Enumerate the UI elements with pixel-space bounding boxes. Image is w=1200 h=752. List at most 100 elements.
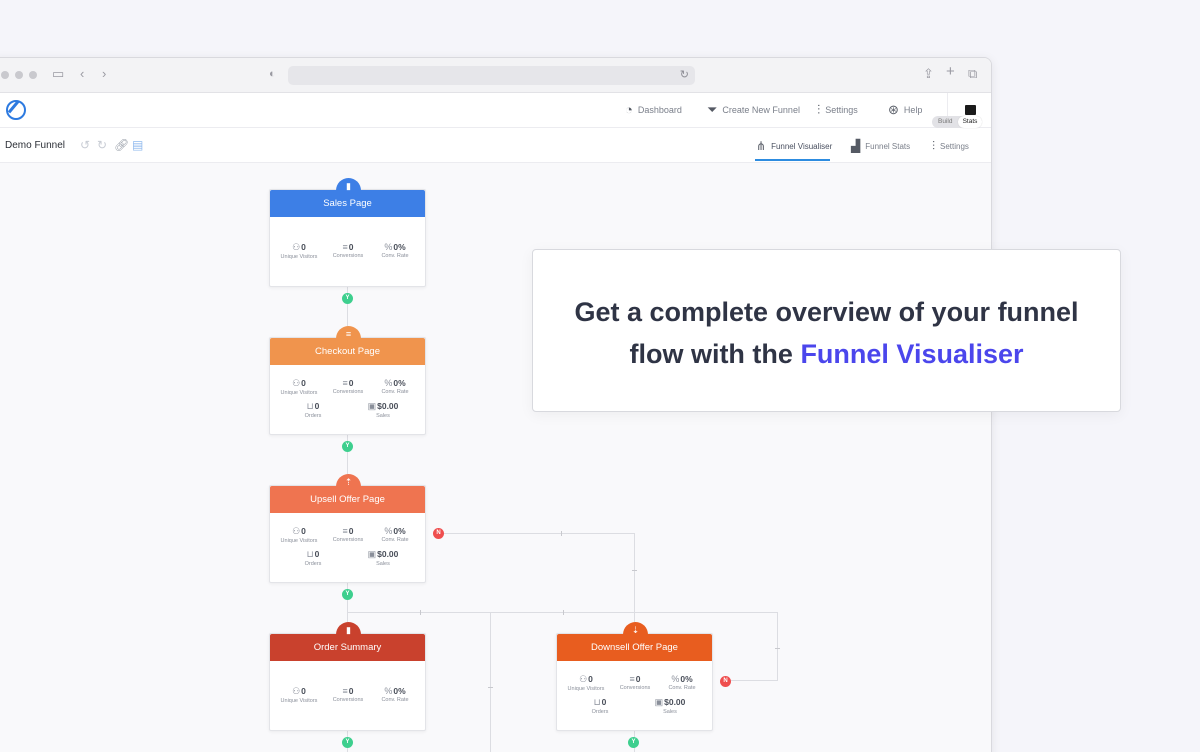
dashboard-icon: ◔ (625, 102, 633, 117)
node-downsell-offer-page[interactable]: ⇣ Downsell Offer Page ⚇0 Unique Visitors … (556, 622, 713, 731)
zoom-dot[interactable] (29, 71, 37, 79)
stat-label: Conversions (332, 697, 364, 703)
yes-connector[interactable]: Y (342, 441, 353, 452)
active-tab-indicator (755, 159, 830, 161)
tab-settings[interactable]: ⫶ Settings (932, 139, 969, 154)
save-icon[interactable]: ▤ (132, 138, 143, 152)
yes-connector[interactable]: Y (342, 293, 353, 304)
stat-label: Unique Visitors (280, 538, 318, 544)
stat-rate: %0% Conv. Rate (370, 526, 420, 543)
minimize-dot[interactable] (15, 71, 23, 79)
stat-label: Sales (663, 709, 677, 715)
app-header: ◔ Dashboard ⏷ Create New Funnel ⫶ Settin… (0, 93, 991, 128)
yes-connector[interactable]: Y (628, 737, 639, 748)
basket-icon: ⊔ (306, 549, 314, 559)
callout-highlight: Funnel Visualiser (800, 339, 1024, 369)
stat-value: 0 (301, 242, 306, 252)
build-stats-toggle[interactable]: Build Stats (932, 116, 982, 128)
users-icon: ⚇ (579, 674, 588, 684)
stat-value: 0 (314, 549, 320, 559)
stat-label: Conv. Rate (668, 685, 696, 691)
node-checkout-page[interactable]: ≡ Checkout Page ⚇0 Unique Visitors ≡0 Conv… (269, 326, 426, 435)
stat-value: 0% (393, 686, 406, 696)
stat-label: Sales (376, 561, 390, 567)
stat-rate: %0% Conv. Rate (657, 674, 707, 691)
funnel-icon: ⏷ (707, 102, 718, 117)
back-icon[interactable]: ‹ (80, 66, 84, 82)
percent-icon: % (384, 526, 393, 536)
reload-icon[interactable]: ↻ (680, 68, 689, 81)
stat-orders: ⊔0 Orders (288, 549, 338, 567)
node-title: Order Summary (270, 634, 425, 661)
yes-connector[interactable]: Y (342, 589, 353, 600)
collapse-icon[interactable] (965, 105, 976, 115)
redo-icon[interactable]: ↻ (97, 138, 107, 152)
yes-connector[interactable]: Y (342, 737, 353, 748)
toggle-build[interactable]: Build (938, 118, 952, 125)
shield-icon: ◐ (269, 68, 276, 80)
users-icon: ⚇ (292, 378, 301, 388)
node-title: Sales Page (270, 190, 425, 217)
stat-sales: ▣$0.00 Sales (358, 549, 408, 567)
stat-value: 0 (301, 686, 306, 696)
stat-visitors: ⚇0 Unique Visitors (274, 242, 324, 260)
tabs-icon[interactable]: ⧉ (968, 66, 977, 82)
callout-headline: Get a complete overview of your funnel f… (533, 291, 1120, 375)
no-connector[interactable]: N (433, 528, 444, 539)
filter-icon: ≡ (342, 686, 348, 696)
tab-funnel-stats[interactable]: ▟ Funnel Stats (851, 139, 910, 153)
node-title: Upsell Offer Page (270, 486, 425, 513)
stat-conversions: ≡0 Conversions (323, 378, 373, 395)
stat-label: Unique Visitors (280, 254, 318, 260)
stat-visitors: ⚇0 Unique Visitors (274, 686, 324, 704)
tab-visualiser-label: Funnel Visualiser (771, 141, 833, 151)
stat-label: Conv. Rate (381, 697, 409, 703)
stat-label: Orders (304, 561, 322, 567)
stat-value: 0% (393, 526, 406, 536)
stat-value: 0 (601, 697, 607, 707)
stat-value: 0 (348, 242, 354, 252)
stat-value: 0 (348, 526, 354, 536)
nav-create-label: Create New Funnel (722, 105, 800, 115)
stat-visitors: ⚇0 Unique Visitors (274, 526, 324, 544)
users-icon: ⚇ (292, 686, 301, 696)
tab-settings-label: Settings (940, 142, 969, 151)
node-sales-page[interactable]: ▮ Sales Page ⚇0 Unique Visitors ≡0 Convers… (269, 178, 426, 287)
new-tab-icon[interactable]: + (946, 64, 955, 80)
no-connector[interactable]: N (720, 676, 731, 687)
nav-create-new-funnel[interactable]: ⏷ Create New Funnel (707, 102, 800, 118)
node-upsell-offer-page[interactable]: ⇡ Upsell Offer Page ⚇0 Unique Visitors ≡0… (269, 474, 426, 583)
filter-icon: ≡ (629, 674, 635, 684)
percent-icon: % (384, 242, 393, 252)
nav-settings[interactable]: ⫶ Settings (817, 102, 858, 118)
nav-help[interactable]: ⊛ Help (888, 102, 922, 118)
sidebar-icon[interactable]: ▭ (52, 66, 64, 82)
nav-settings-label: Settings (825, 105, 858, 115)
nav-dashboard[interactable]: ◔ Dashboard (625, 102, 682, 117)
stat-visitors: ⚇0 Unique Visitors (561, 674, 611, 692)
wallet-icon: ▣ (367, 549, 377, 559)
undo-icon[interactable]: ↺ (80, 138, 90, 152)
stat-label: Conv. Rate (381, 253, 409, 259)
funnel-toolbar: Demo Funnel ↺ ↻ 🔗︎ ▤ ⋔ Funnel Visualiser… (0, 128, 991, 163)
stat-label: Unique Visitors (280, 698, 318, 704)
stat-conversions: ≡0 Conversions (610, 674, 660, 691)
stat-orders: ⊔0 Orders (288, 401, 338, 419)
tab-funnel-visualiser[interactable]: ⋔ Funnel Visualiser (756, 139, 832, 153)
link-icon[interactable]: 🔗︎ (114, 138, 129, 152)
stat-value: 0% (680, 674, 693, 684)
callout-line-1: Get a complete overview of your funnel (574, 297, 1079, 327)
node-order-summary[interactable]: ▮ Order Summary ⚇0 Unique Visitors ≡0 Conv… (269, 622, 426, 731)
stat-value: 0 (348, 378, 354, 388)
sliders-icon: ⫶ (817, 102, 821, 117)
close-dot[interactable] (1, 71, 9, 79)
logo-icon[interactable] (6, 100, 26, 120)
stat-label: Conv. Rate (381, 537, 409, 543)
forward-icon[interactable]: › (102, 66, 106, 82)
address-bar[interactable]: ↻ (288, 66, 695, 85)
stat-label: Conversions (332, 253, 364, 259)
toggle-stats[interactable]: Stats (958, 116, 982, 128)
stat-value: 0% (393, 242, 406, 252)
stat-value: $0.00 (377, 549, 399, 559)
share-icon[interactable]: ⇪ (923, 66, 934, 82)
